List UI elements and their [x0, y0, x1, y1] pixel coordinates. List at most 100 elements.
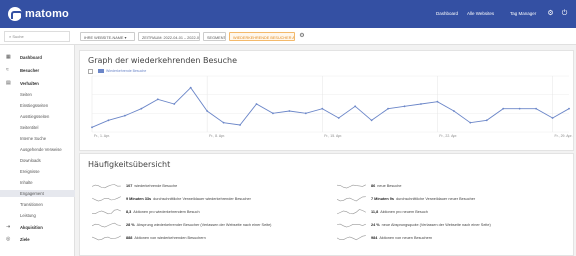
sparkline: [92, 222, 121, 227]
overview-row[interactable]: 984 Aktionen von neuen Besuchern: [337, 233, 432, 242]
segment-settings-icon[interactable]: ⚙: [298, 32, 306, 41]
sidebar-item-einstiegsseiten[interactable]: Einstiegsseiten: [0, 102, 75, 109]
matomo-logo[interactable]: matomo: [8, 7, 69, 21]
sidebar-item-seiten[interactable]: Seiten: [0, 91, 75, 98]
sidebar-item-label: Besucher: [20, 68, 40, 73]
sidebar-item-label: Akquisition: [20, 225, 43, 230]
site-selector[interactable]: IHRE WEBSITE-NAME ▾: [80, 32, 135, 41]
sidebar-item-downloads[interactable]: Downloads: [0, 157, 75, 164]
nav-all-websites[interactable]: Alle Websites: [467, 11, 494, 16]
sidebar-item-label: Ereignisse: [20, 169, 40, 174]
x-tick-label: Fr., 22. Apr.: [439, 134, 457, 138]
data-point[interactable]: [288, 110, 291, 112]
nav-tag-manager[interactable]: Tag Manager: [510, 11, 536, 16]
data-point[interactable]: [206, 110, 209, 112]
overview-row[interactable]: 107 wiederkehrende Besuche: [92, 181, 177, 190]
data-point[interactable]: [107, 119, 110, 122]
sparkline: [337, 184, 366, 188]
data-point[interactable]: [239, 124, 241, 126]
overview-value: 28 %: [126, 222, 135, 227]
gear-icon[interactable]: ⚙: [547, 10, 554, 17]
data-point[interactable]: [403, 105, 406, 108]
active-segment[interactable]: WIEDERKEHRENDE BESUCHER ALLE ▾: [229, 32, 295, 41]
sidebar-item-label: Seitentitel: [20, 125, 39, 130]
overview-value: 107: [126, 183, 133, 188]
x-tick-label: Fr., 29. Apr.: [555, 134, 573, 138]
power-icon[interactable]: ⏻: [561, 10, 568, 17]
data-point[interactable]: [337, 117, 340, 119]
overview-row[interactable]: 8,3 Aktionen pro wiederkehrendem Besuch: [92, 207, 200, 216]
sparkline: [92, 183, 121, 188]
data-point[interactable]: [222, 121, 225, 124]
sidebar: ▦ Dashboard ≈ Besucher ▤ Verhalten Seiten Einst…: [0, 45, 75, 256]
data-point[interactable]: [387, 107, 389, 110]
data-point[interactable]: [502, 107, 505, 110]
sidebar-item-label: Inhalte: [20, 180, 33, 185]
sidebar-item-transitionen[interactable]: Transitionen: [0, 201, 75, 208]
sidebar-item-akquisition[interactable]: ⇥ Akquisition: [0, 224, 75, 231]
overview-row[interactable]: 9 Minuten 33s durchschnittliche Verweilda…: [92, 194, 251, 203]
sidebar-item-engagement[interactable]: Engagement: [0, 190, 75, 197]
visitors-icon: ≈: [6, 67, 9, 73]
sidebar-item-ausgehende-verweise[interactable]: Ausgehende Verweise: [0, 146, 75, 153]
overview-row[interactable]: 86 neue Besuche: [337, 181, 402, 190]
sidebar-item-seitentitel[interactable]: Seitentitel: [0, 124, 75, 131]
data-point[interactable]: [535, 107, 538, 110]
sidebar-item-besucher[interactable]: ≈ Besucher: [0, 67, 75, 74]
sidebar-item-ziele[interactable]: ◎ Ziele: [0, 236, 75, 243]
overview-row[interactable]: 28 % Absprung wiederkehrender Besucher (V…: [92, 220, 271, 229]
evolution-chart[interactable]: Fr., 1. Apr. Fr., 8. Apr. Fr., 15. Apr. Fr.…: [88, 74, 573, 146]
date-selector[interactable]: ZEITRAUM: 2022-04-01 – 2022-04-30 ▾: [138, 32, 200, 41]
data-point[interactable]: [272, 112, 274, 115]
data-point[interactable]: [140, 107, 143, 110]
data-point[interactable]: [485, 119, 488, 122]
sidebar-item-verhalten[interactable]: ▤ Verhalten: [0, 80, 75, 87]
sidebar-item-leistung[interactable]: Leistung: [0, 212, 75, 219]
x-tick-label: Fr., 15. Apr.: [324, 134, 342, 138]
overview-label: Aktionen von neuen Besuchern: [379, 235, 433, 240]
sidebar-item-interne-suche[interactable]: Interne Suche: [0, 135, 75, 142]
overview-value: 984: [371, 235, 378, 240]
data-point[interactable]: [304, 112, 307, 115]
overview-label: Absprung wiederkehrender Besucher (Verla…: [136, 222, 272, 227]
overview-row[interactable]: 24 % neue Absprungsquote (Verlassen der W…: [337, 220, 491, 229]
sidebar-item-inhalte[interactable]: Inhalte: [0, 179, 75, 186]
sidebar-item-dashboard[interactable]: ▦ Dashboard: [0, 54, 75, 61]
data-point[interactable]: [156, 98, 159, 101]
data-point[interactable]: [123, 114, 126, 117]
sidebar-item-ausstiegsseiten[interactable]: Ausstiegsseiten: [0, 113, 75, 120]
search-input[interactable]: ⌕ Suche: [4, 31, 70, 42]
search-placeholder: Suche: [12, 34, 24, 39]
sidebar-item-label: Engagement: [20, 191, 44, 196]
data-point[interactable]: [452, 110, 455, 112]
data-point[interactable]: [518, 107, 521, 110]
data-point[interactable]: [189, 86, 192, 89]
overview-label: durchschnittliche Verweildauer neuer Bes…: [396, 196, 476, 201]
overview-row[interactable]: 11,8 Aktionen pro neuem Besuch: [337, 207, 428, 216]
sidebar-item-label: Einstiegsseiten: [20, 103, 49, 108]
data-point[interactable]: [420, 103, 422, 105]
segment-selector[interactable]: SEGMENT ▾: [203, 32, 226, 41]
sidebar-item-label: Verhalten: [20, 81, 39, 86]
sparkline: [337, 195, 366, 201]
data-point[interactable]: [568, 107, 570, 110]
data-point[interactable]: [436, 100, 439, 103]
metric-picker-icon[interactable]: [88, 68, 93, 74]
overview-row[interactable]: 7 Minuten 9s durchschnittliche Verweildau…: [337, 194, 475, 203]
data-point[interactable]: [370, 119, 373, 122]
overview-label: Aktionen von wiederkehrenden Besuchern: [134, 235, 206, 240]
nav-dashboard[interactable]: Dashboard: [436, 11, 458, 16]
data-point[interactable]: [469, 121, 472, 124]
data-point[interactable]: [91, 126, 93, 129]
data-point[interactable]: [551, 117, 554, 119]
graph-card: Graph der wiederkehrenden Besuche Wieder…: [79, 50, 574, 151]
data-point[interactable]: [321, 107, 324, 110]
overview-label: durchschnittliche Verweildauer wiederkeh…: [153, 196, 251, 201]
overview-value: 9 Minuten 33s: [126, 196, 152, 201]
data-point[interactable]: [173, 103, 176, 105]
overview-row[interactable]: 888 Aktionen von wiederkehrenden Besucher…: [92, 233, 206, 242]
data-point[interactable]: [354, 105, 357, 108]
sidebar-item-label: Ausgehende Verweise: [20, 147, 62, 152]
data-point[interactable]: [255, 103, 258, 105]
sidebar-item-ereignisse[interactable]: Ereignisse: [0, 168, 75, 175]
